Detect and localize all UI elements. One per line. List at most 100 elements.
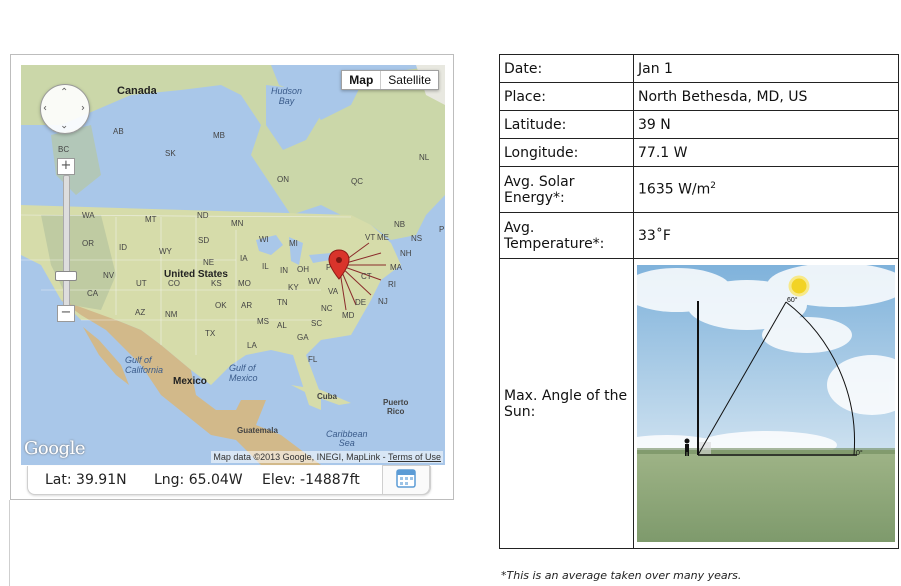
temperature-label: Avg. Temperature*: [499, 212, 634, 259]
solar-energy-value: 1635 W/m [638, 181, 711, 198]
map-label-ct: CT [361, 272, 372, 281]
place-value: North Bethesda, MD, US [633, 82, 899, 111]
date-value: Jan 1 [633, 54, 899, 83]
map-label-de: DE [355, 298, 367, 307]
temperature-value: 33˚F [633, 212, 899, 259]
map-type-map-button[interactable]: Map [342, 71, 382, 89]
map-label-nv: NV [103, 271, 115, 280]
map-label-ma: MA [390, 263, 402, 272]
table-row: Latitude: 39 N [499, 110, 899, 139]
map-label-gulf-of-mexico: Gulf of Mexico [229, 363, 258, 383]
map-label-cuba: Cuba [317, 392, 337, 401]
horizon-angle-value: 0° [856, 449, 863, 457]
map-label-hudson-bay: Hudson Bay [271, 86, 303, 106]
map-label-on: ON [277, 175, 289, 184]
map-label-sd: SD [198, 236, 210, 245]
map-label-puerto-rico: Puerto Rico [383, 398, 409, 416]
map-label-wy: WY [159, 247, 172, 256]
solar-info-table: Date: Jan 1 Place: North Bethesda, MD, U… [499, 54, 899, 549]
map-label-mo: MO [238, 279, 251, 288]
map-panel: Canada Hudson Bay AB MB SK BC ON QC NL W… [10, 54, 454, 500]
table-row: Avg. Solar Energy*: 1635 W/m2 [499, 166, 899, 213]
map-label-ut: UT [136, 279, 147, 288]
map-label-ar: AR [241, 301, 253, 310]
map-label-gulf-of-california: Gulf of California [125, 355, 164, 375]
map-label-tx: TX [205, 329, 216, 338]
map-label-me: ME [377, 233, 389, 242]
map-label-vt: VT [365, 233, 376, 242]
zoom-in-button[interactable]: + [57, 158, 75, 175]
map-label-md: MD [342, 311, 355, 320]
map-label-ri: RI [388, 280, 396, 289]
map-label-wv: WV [308, 277, 321, 286]
map-label-ok: OK [215, 301, 227, 310]
map-view[interactable]: Canada Hudson Bay AB MB SK BC ON QC NL W… [21, 65, 445, 465]
map-label-fl: FL [308, 355, 318, 364]
map-label-ga: GA [297, 333, 309, 342]
map-label-mb: MB [213, 131, 225, 140]
map-label-tn: TN [277, 298, 288, 307]
terms-of-use-link[interactable]: Terms of Use [388, 452, 441, 462]
map-attribution-text: Map data ©2013 Google, INEGI, MapLink - [213, 452, 388, 462]
pan-left-icon[interactable]: ⌃ [43, 104, 54, 112]
map-label-guatemala: Guatemala [237, 426, 278, 435]
map-label-nh: NH [400, 249, 412, 258]
date-label: Date: [499, 54, 634, 83]
map-label-bc: BC [58, 145, 70, 154]
pan-right-icon[interactable]: ⌃ [74, 104, 85, 112]
map-label-nb: NB [394, 220, 406, 229]
map-label-mt: MT [145, 215, 157, 224]
longitude-readout: Lng: 65.04W [154, 472, 243, 488]
latitude-readout: Lat: 39.91N [45, 472, 127, 488]
table-row: Max. Angle of the Sun: 60° 0° [499, 258, 899, 549]
map-label-sc: SC [311, 319, 323, 328]
zoom-out-button[interactable]: − [57, 305, 75, 322]
map-label-wi: WI [259, 235, 269, 244]
map-label-va: VA [328, 287, 339, 296]
pan-control[interactable]: ⌃ ⌃ ⌃ ⌃ [40, 84, 90, 134]
map-label-mexico: Mexico [173, 376, 207, 387]
map-label-ks: KS [211, 279, 222, 288]
map-label-ky: KY [288, 283, 299, 292]
sun-angle-value: 60° [787, 296, 798, 304]
coordinate-bar: Lat: 39.91N Lng: 65.04W Elev: -14887ft [27, 465, 431, 495]
map-base-graphic [21, 65, 445, 465]
latitude-label: Latitude: [499, 110, 634, 139]
map-type-toggle: Map Satellite [341, 70, 439, 90]
footnote: *This is an average taken over many year… [501, 569, 742, 582]
map-label-la: LA [247, 341, 257, 350]
table-row: Avg. Temperature*: 33˚F [499, 212, 899, 259]
map-label-canada: Canada [117, 85, 157, 97]
zoom-slider-handle[interactable] [55, 271, 77, 281]
table-row: Date: Jan 1 [499, 54, 899, 83]
google-logo: Google [24, 438, 85, 459]
map-attribution: Map data ©2013 Google, INEGI, MapLink - … [211, 451, 443, 463]
map-label-in: IN [280, 266, 288, 275]
map-marker-icon[interactable] [327, 249, 351, 281]
map-label-ab: AB [113, 127, 124, 136]
map-label-united-states: United States [164, 269, 228, 280]
zoom-track[interactable] [63, 175, 70, 307]
sun-icon [788, 275, 810, 297]
solar-energy-unit-exponent: 2 [710, 181, 717, 192]
map-label-il: IL [262, 262, 269, 271]
map-label-ca: CA [87, 289, 99, 298]
map-label-nl: NL [419, 153, 430, 162]
map-label-id: ID [119, 243, 127, 252]
map-label-nm: NM [165, 310, 178, 319]
map-label-wa: WA [82, 211, 95, 220]
calendar-button[interactable] [382, 465, 430, 495]
longitude-value: 77.1 W [633, 138, 899, 167]
map-label-qc: QC [351, 177, 363, 186]
pan-up-icon[interactable]: ⌃ [60, 88, 68, 98]
pan-down-icon[interactable]: ⌃ [60, 118, 68, 129]
map-label-ms: MS [257, 317, 269, 326]
latitude-value: 39 N [633, 110, 899, 139]
map-label-sk: SK [165, 149, 176, 158]
map-label-nd: ND [197, 211, 209, 220]
map-type-satellite-button[interactable]: Satellite [381, 71, 438, 89]
map-label-pe: PE [439, 225, 445, 234]
elevation-readout: Elev: -14887ft [262, 472, 360, 488]
divider [9, 500, 10, 586]
map-label-nj: NJ [378, 297, 388, 306]
